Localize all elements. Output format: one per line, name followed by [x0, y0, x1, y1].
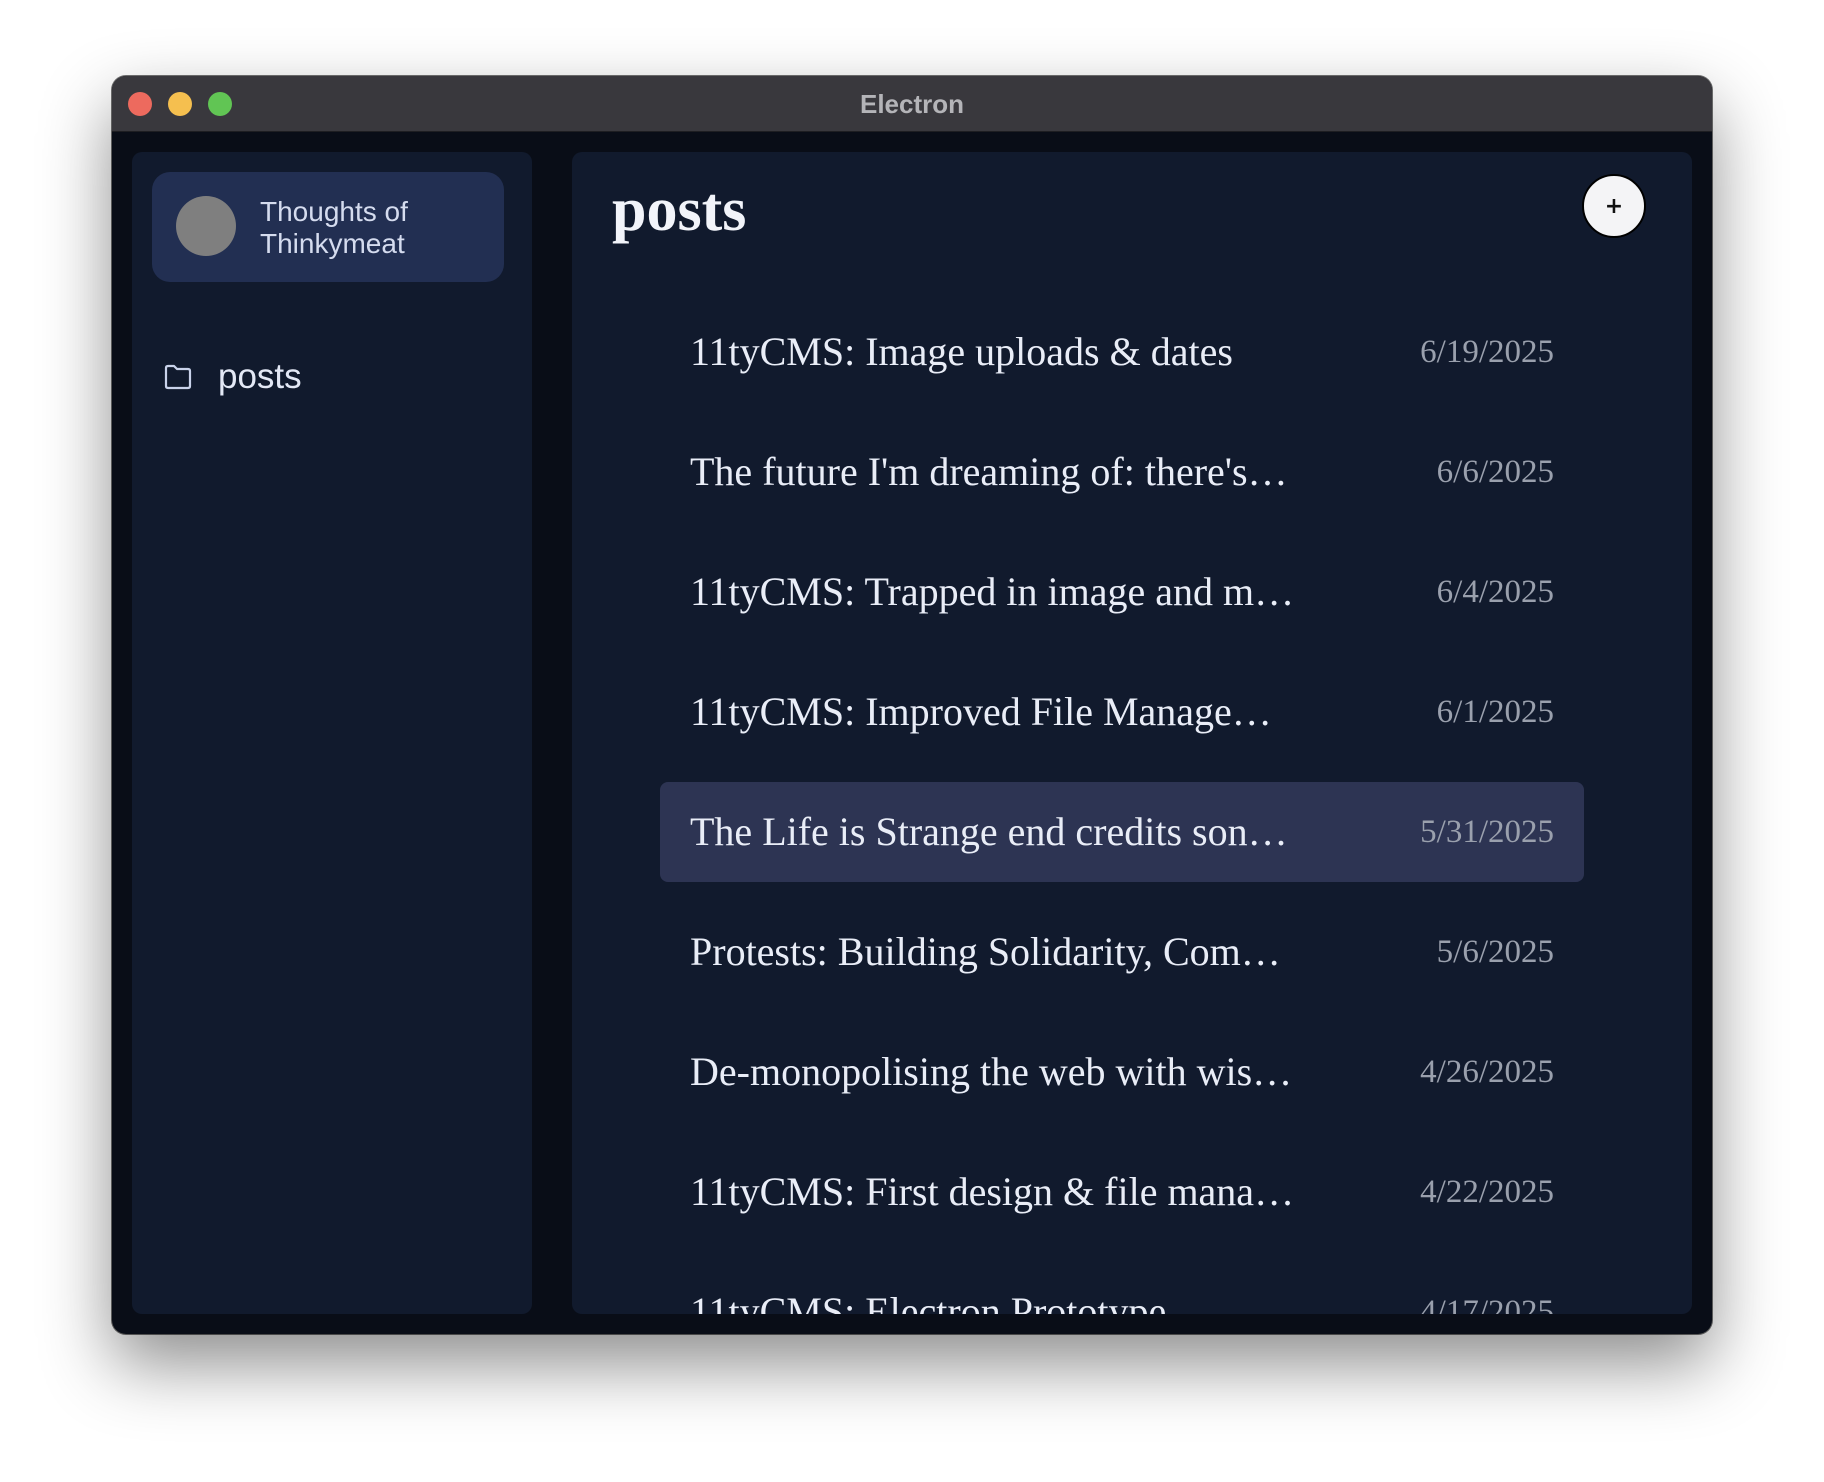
- post-date: 4/26/2025: [1420, 1054, 1554, 1090]
- post-date: 5/6/2025: [1436, 934, 1554, 970]
- sidebar: Thoughts of Thinkymeat posts: [132, 152, 532, 1314]
- post-row[interactable]: 11tyCMS: First design & file mana… 4/22/2…: [660, 1142, 1584, 1242]
- post-row[interactable]: 11tyCMS: Trapped in image and m… 6/4/2025: [660, 542, 1584, 642]
- sidebar-item-posts[interactable]: posts: [162, 352, 302, 402]
- post-date: 5/31/2025: [1420, 814, 1554, 850]
- post-title: 11tyCMS: Improved File Manage…: [690, 689, 1272, 734]
- post-title: The future I'm dreaming of: there's…: [690, 449, 1288, 494]
- post-row[interactable]: The Life is Strange end credits son… 5/31…: [660, 782, 1584, 882]
- post-row[interactable]: The future I'm dreaming of: there's… 6/6/…: [660, 422, 1584, 522]
- sidebar-item-label: posts: [218, 357, 302, 396]
- post-title: 11tyCMS: Image uploads & dates: [690, 329, 1233, 374]
- post-list: 11tyCMS: Image uploads & dates 6/19/2025 T…: [660, 302, 1584, 1314]
- post-date: 6/19/2025: [1420, 334, 1554, 370]
- post-title: 11tyCMS: Trapped in image and m…: [690, 569, 1295, 614]
- avatar: [176, 196, 236, 256]
- post-title: De-monopolising the web with wis…: [690, 1049, 1293, 1094]
- title-bar[interactable]: Electron: [112, 76, 1712, 132]
- posts-panel: posts + 11tyCMS: Image uploads & dates 6/…: [572, 152, 1692, 1314]
- post-row[interactable]: 11tyCMS: Electron Prototype 4/17/2025: [660, 1262, 1584, 1314]
- site-switcher[interactable]: Thoughts of Thinkymeat: [152, 172, 504, 282]
- post-title: 11tyCMS: Electron Prototype: [690, 1289, 1167, 1314]
- folder-icon: [162, 361, 194, 393]
- post-row[interactable]: De-monopolising the web with wis… 4/26/20…: [660, 1022, 1584, 1122]
- post-title: The Life is Strange end credits son…: [690, 809, 1288, 854]
- page-title: posts: [612, 176, 747, 244]
- post-date: 4/22/2025: [1420, 1174, 1554, 1210]
- post-row[interactable]: 11tyCMS: Improved File Manage… 6/1/2025: [660, 662, 1584, 762]
- add-post-button[interactable]: +: [1582, 174, 1646, 238]
- site-name: Thoughts of Thinkymeat: [260, 196, 408, 259]
- app-window: Electron Thoughts of Thinkymeat posts po…: [112, 76, 1712, 1334]
- post-title: Protests: Building Solidarity, Com…: [690, 929, 1281, 974]
- post-date: 6/1/2025: [1436, 694, 1554, 730]
- post-row[interactable]: Protests: Building Solidarity, Com… 5/6/2…: [660, 902, 1584, 1002]
- post-row[interactable]: 11tyCMS: Image uploads & dates 6/19/2025: [660, 302, 1584, 402]
- post-title: 11tyCMS: First design & file mana…: [690, 1169, 1295, 1214]
- post-date: 6/4/2025: [1436, 574, 1554, 610]
- window-title: Electron: [859, 89, 965, 119]
- post-date: 6/6/2025: [1436, 454, 1554, 490]
- post-date: 4/17/2025: [1420, 1294, 1554, 1314]
